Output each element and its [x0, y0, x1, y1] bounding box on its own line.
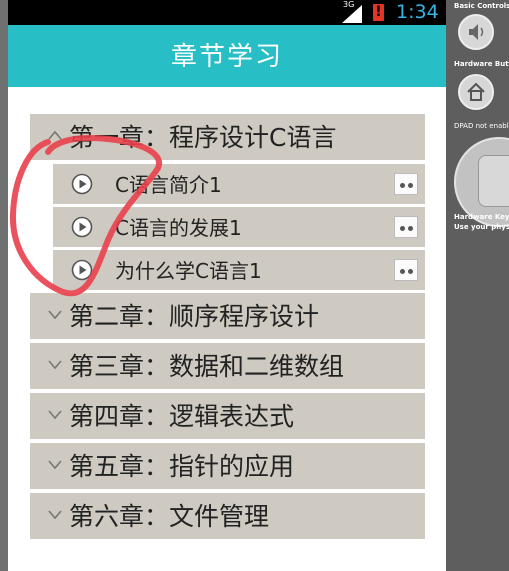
chevron-down-icon: [48, 510, 62, 520]
basic-controls-label: Basic Controls: [454, 2, 509, 10]
chapter-row[interactable]: 第五章：指针的应用: [30, 443, 425, 489]
chevron-down-icon: [48, 410, 62, 420]
volume-icon: [469, 24, 484, 40]
hardware-keyboard-label: Hardware Keyboard: [454, 213, 509, 221]
status-clock: 1:34: [396, 1, 439, 23]
chapter-title: 第六章：文件管理: [69, 502, 270, 531]
signal-icon: [342, 5, 362, 23]
dpad-center-button[interactable]: [478, 155, 509, 207]
more-dots-icon[interactable]: [394, 216, 418, 238]
keyboard-hint-label: Use your physical keyboard: [454, 223, 509, 231]
chevron-down-icon: [48, 310, 62, 320]
chevron-down-icon: [48, 360, 62, 370]
chapter-title: 第四章：逻辑表达式: [69, 402, 295, 431]
chapter-row[interactable]: 第六章：文件管理: [30, 493, 425, 539]
chevron-down-icon: [48, 460, 62, 470]
red-annotation-circle: [9, 134, 163, 297]
chapter-row[interactable]: 第三章：数据和二维数组: [30, 343, 425, 389]
chapter-title: 第三章：数据和二维数组: [69, 352, 345, 381]
more-dots-icon[interactable]: [394, 173, 418, 195]
chapter-title: 第五章：指针的应用: [69, 452, 295, 481]
volume-button[interactable]: [458, 14, 494, 50]
chapter-row[interactable]: 第四章：逻辑表达式: [30, 393, 425, 439]
status-bar: 3G ! 1:34: [8, 0, 446, 25]
home-icon: [467, 82, 485, 101]
alert-icon: !: [373, 4, 384, 21]
hardware-buttons-label: Hardware Buttons: [454, 60, 509, 68]
page-title: 章节学习: [8, 25, 446, 87]
dpad-label: DPAD not enabled: [454, 122, 509, 130]
home-button[interactable]: [458, 74, 494, 110]
phone-screen: 3G ! 1:34 章节学习 第一章：程序设计C语言 C语言简介1 C语言的发展…: [8, 0, 446, 571]
emulator-controls-panel: Basic Controls Hardware Buttons DPAD not…: [446, 0, 509, 571]
more-dots-icon[interactable]: [394, 259, 418, 281]
